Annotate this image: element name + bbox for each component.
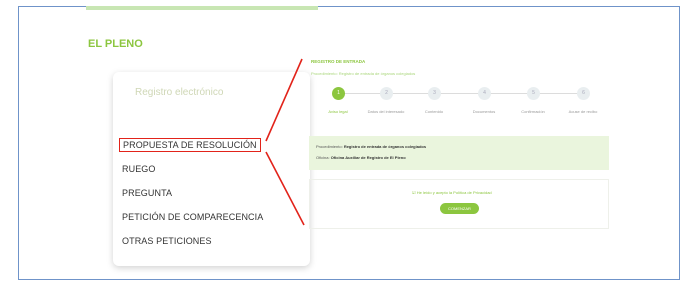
info-office-value: Oficina Auxiliar de Registro de El Pleno bbox=[330, 155, 406, 160]
callout-line-top bbox=[265, 58, 303, 142]
checkbox-icon[interactable]: ☑ bbox=[412, 190, 416, 195]
info-procedure-value: Registro de entrada de órganos colegiado… bbox=[343, 144, 427, 149]
procedure-info-box: Procedimiento: Registro de entrada de ór… bbox=[309, 136, 609, 170]
step-2[interactable]: 2 bbox=[380, 87, 393, 100]
step-label-2: Datos del interesado bbox=[367, 109, 405, 114]
info-office-line: Oficina: Oficina Auxiliar de Registro de… bbox=[316, 155, 406, 160]
step-6[interactable]: 6 bbox=[577, 87, 590, 100]
info-procedure-label: Procedimiento: bbox=[316, 144, 343, 149]
step-label-1: Aviso legal bbox=[328, 109, 348, 114]
step-label-6: Acuse de recibo bbox=[568, 109, 598, 114]
step-5[interactable]: 5 bbox=[527, 87, 540, 100]
info-office-label: Oficina: bbox=[316, 155, 330, 160]
info-procedure-line: Procedimiento: Registro de entrada de ór… bbox=[316, 144, 426, 149]
registro-procedure-line: Procedimiento: Registro de entrada de ór… bbox=[311, 71, 416, 76]
step-label-3: Contenido bbox=[424, 109, 444, 114]
step-label-4: Documentos bbox=[472, 109, 496, 114]
start-button[interactable]: COMENZAR bbox=[440, 203, 479, 214]
privacy-text: He leído y acepto la Política de Privaci… bbox=[416, 190, 492, 195]
callout-line-bottom bbox=[265, 151, 305, 226]
steps-progress-line bbox=[338, 93, 585, 94]
step-1[interactable]: 1 bbox=[332, 87, 345, 100]
registro-title: REGISTRO DE ENTRADA bbox=[311, 59, 366, 64]
step-3[interactable]: 3 bbox=[428, 87, 441, 100]
step-label-5: Confirmación bbox=[521, 109, 545, 114]
privacy-box: ☑ He leído y acepto la Política de Priva… bbox=[309, 179, 609, 229]
privacy-checkbox-label[interactable]: ☑ He leído y acepto la Política de Priva… bbox=[412, 190, 492, 195]
step-4[interactable]: 4 bbox=[478, 87, 491, 100]
